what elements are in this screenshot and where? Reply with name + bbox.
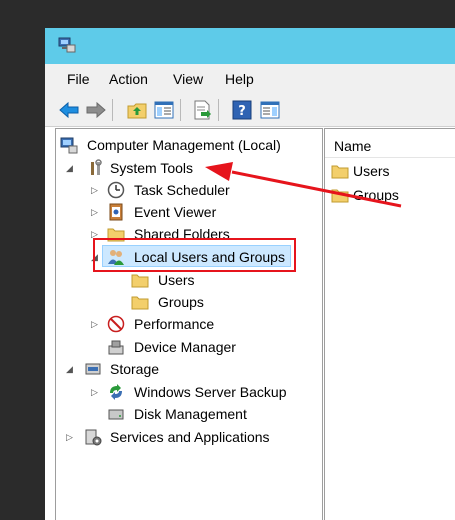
toolbar-separator bbox=[218, 99, 219, 121]
collapse-arrow-icon[interactable]: ◢ bbox=[66, 163, 75, 173]
expand-arrow-icon[interactable]: ▷ bbox=[66, 432, 75, 442]
menu-action[interactable]: Action bbox=[109, 71, 148, 87]
back-arrow-icon[interactable] bbox=[58, 99, 80, 121]
collapse-arrow-icon[interactable]: ◢ bbox=[66, 364, 75, 374]
computer-management-icon bbox=[58, 37, 76, 53]
backup-icon bbox=[110, 384, 122, 400]
expand-arrow-icon[interactable]: ▷ bbox=[91, 185, 100, 195]
device-manager-icon bbox=[108, 340, 124, 355]
clock-icon bbox=[107, 181, 125, 199]
forward-arrow-icon[interactable] bbox=[85, 99, 107, 121]
column-label: Name bbox=[334, 138, 372, 154]
services-icon bbox=[85, 429, 102, 446]
toolbar-separator bbox=[112, 99, 113, 121]
up-folder-icon[interactable] bbox=[126, 99, 148, 121]
tree-node-disk-management[interactable]: Disk Management bbox=[107, 403, 277, 425]
folder-icon bbox=[331, 189, 349, 203]
tree-node-label: Performance bbox=[134, 316, 215, 332]
show-action-pane-icon[interactable] bbox=[259, 99, 281, 121]
tree-node-label: Disk Management bbox=[134, 406, 247, 422]
tree-node-label: Services and Applications bbox=[110, 429, 270, 445]
tree-node-device-manager[interactable]: Device Manager bbox=[107, 336, 267, 358]
tree-node-storage[interactable]: ◢ Storage bbox=[66, 358, 226, 380]
folder-icon bbox=[331, 165, 349, 179]
tree-node-label: Users bbox=[158, 272, 195, 288]
menu-bar: File Action View Help bbox=[45, 64, 455, 94]
tree-node-label: Computer Management (Local) bbox=[87, 137, 281, 153]
help-icon[interactable]: ? bbox=[231, 99, 253, 121]
folder-icon bbox=[131, 296, 149, 310]
annotation-highlight-box bbox=[93, 238, 296, 272]
tree-node-system-tools[interactable]: ◢ System Tools bbox=[66, 157, 226, 179]
title-bar[interactable] bbox=[45, 28, 455, 64]
storage-icon bbox=[85, 363, 101, 375]
list-item-label: Groups bbox=[353, 187, 399, 203]
tree-node-computer-management[interactable]: Computer Management (Local) bbox=[60, 134, 300, 156]
tree-node-users[interactable]: Users bbox=[131, 269, 251, 291]
toolbar: ? bbox=[45, 94, 455, 127]
tree-node-label: Groups bbox=[158, 294, 204, 310]
folder-icon bbox=[131, 274, 149, 288]
menu-view[interactable]: View bbox=[173, 71, 203, 87]
tree-node-performance[interactable]: ▷ Performance bbox=[91, 313, 251, 335]
tree-node-label: Task Scheduler bbox=[134, 182, 230, 198]
tree-node-groups[interactable]: Groups bbox=[131, 291, 251, 313]
performance-icon bbox=[107, 315, 125, 333]
menu-help[interactable]: Help bbox=[225, 71, 254, 87]
menu-file[interactable]: File bbox=[67, 71, 90, 87]
details-pane[interactable]: Name Users Groups bbox=[324, 128, 455, 520]
list-item-users[interactable]: Users bbox=[331, 160, 451, 182]
toolbar-separator bbox=[180, 99, 181, 121]
tree-node-task-scheduler[interactable]: ▷ Task Scheduler bbox=[91, 179, 251, 201]
show-hide-tree-icon[interactable] bbox=[153, 99, 175, 121]
computer-management-icon bbox=[60, 137, 78, 154]
event-viewer-icon bbox=[109, 203, 123, 221]
expand-arrow-icon[interactable]: ▷ bbox=[91, 319, 100, 329]
tree-node-label: Windows Server Backup bbox=[134, 384, 287, 400]
list-item-groups[interactable]: Groups bbox=[331, 184, 451, 206]
tree-node-label: Event Viewer bbox=[134, 204, 217, 220]
svg-text:?: ? bbox=[238, 104, 246, 119]
tree-node-event-viewer[interactable]: ▷ Event Viewer bbox=[91, 201, 251, 223]
tree-node-label: System Tools bbox=[110, 160, 193, 176]
tree-node-label: Device Manager bbox=[134, 339, 236, 355]
tree-node-label: Storage bbox=[110, 361, 160, 377]
export-list-icon[interactable] bbox=[191, 99, 213, 121]
disk-icon bbox=[108, 409, 124, 420]
expand-arrow-icon[interactable]: ▷ bbox=[91, 387, 100, 397]
name-column-header[interactable]: Name bbox=[325, 129, 455, 158]
tree-node-windows-server-backup[interactable]: ▷ Windows Server Backup bbox=[91, 381, 301, 403]
expand-arrow-icon[interactable]: ▷ bbox=[91, 207, 100, 217]
list-item-label: Users bbox=[353, 163, 390, 179]
tree-node-services-and-applications[interactable]: ▷ Services and Applications bbox=[66, 426, 296, 448]
tools-icon bbox=[91, 159, 102, 175]
